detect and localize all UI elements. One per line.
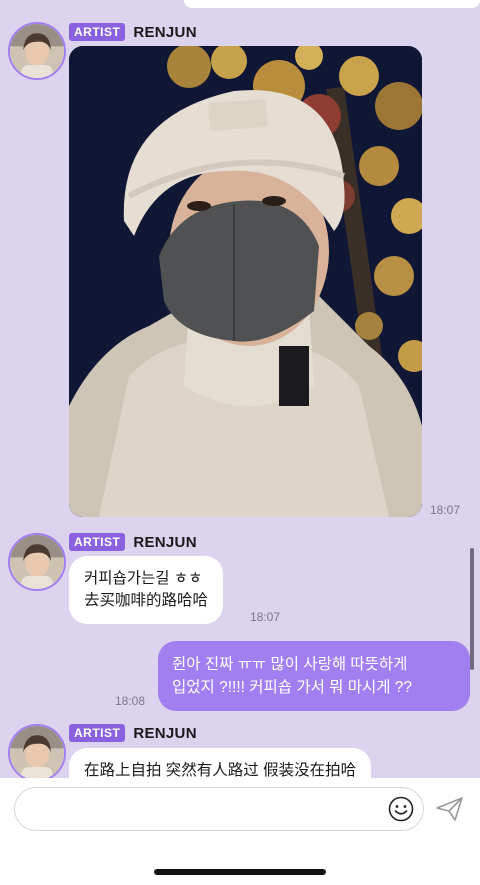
previous-outgoing-bubble-edge <box>184 0 480 8</box>
message-time: 18:08 <box>115 694 146 708</box>
message-time: 18:07 <box>250 610 281 624</box>
smiley-icon[interactable] <box>387 795 415 823</box>
artist-badge: ARTIST <box>69 23 126 41</box>
avatar-image <box>10 24 64 78</box>
selfie-photo <box>69 46 422 517</box>
avatar-image <box>10 726 64 778</box>
message-time: 18:07 <box>430 503 461 517</box>
send-paper-plane-icon[interactable] <box>434 795 466 823</box>
artist-avatar[interactable] <box>8 724 66 778</box>
chat-thread[interactable]: ARTIST RENJUN 18:07 ARTIST RENJUN 커피숍가는길… <box>0 0 480 778</box>
artist-badge: ARTIST <box>69 533 126 551</box>
sender-name: RENJUN <box>133 724 197 742</box>
sender-header: ARTIST RENJUN <box>69 533 197 551</box>
message-input[interactable] <box>14 787 424 831</box>
artist-avatar[interactable] <box>8 22 66 80</box>
incoming-message-bubble[interactable]: 在路上自拍 突然有人路过 假装没在拍哈 <box>69 748 372 778</box>
message-composer <box>0 778 480 885</box>
sender-name: RENJUN <box>133 23 197 41</box>
message-line: 커피숍가는길 ㅎㅎ <box>84 570 203 587</box>
incoming-message-bubble[interactable]: 커피숍가는길 ㅎㅎ 去买咖啡的路哈哈 <box>69 556 224 624</box>
sender-header: ARTIST RENJUN <box>69 724 197 742</box>
photo-message[interactable] <box>69 46 422 517</box>
message-line: 입었지 ?!!!! 커피숍 가서 뭐 마시게 ?? <box>172 679 413 696</box>
outgoing-message-bubble[interactable]: 쥔아 진짜 ㅠㅠ 많이 사랑해 따뜻하게 입었지 ?!!!! 커피숍 가서 뭐 … <box>158 641 470 711</box>
home-indicator <box>154 869 326 875</box>
message-line: 쥔아 진짜 ㅠㅠ 많이 사랑해 따뜻하게 <box>172 656 408 673</box>
artist-badge: ARTIST <box>69 724 126 742</box>
sender-header: ARTIST RENJUN <box>69 23 197 41</box>
message-line: 去买咖啡的路哈哈 <box>84 592 209 609</box>
sender-name: RENJUN <box>133 533 197 551</box>
message-line: 在路上自拍 突然有人路过 假装没在拍哈 <box>84 762 357 778</box>
avatar-image <box>10 535 64 589</box>
scrollbar[interactable] <box>470 548 474 670</box>
artist-avatar[interactable] <box>8 533 66 591</box>
